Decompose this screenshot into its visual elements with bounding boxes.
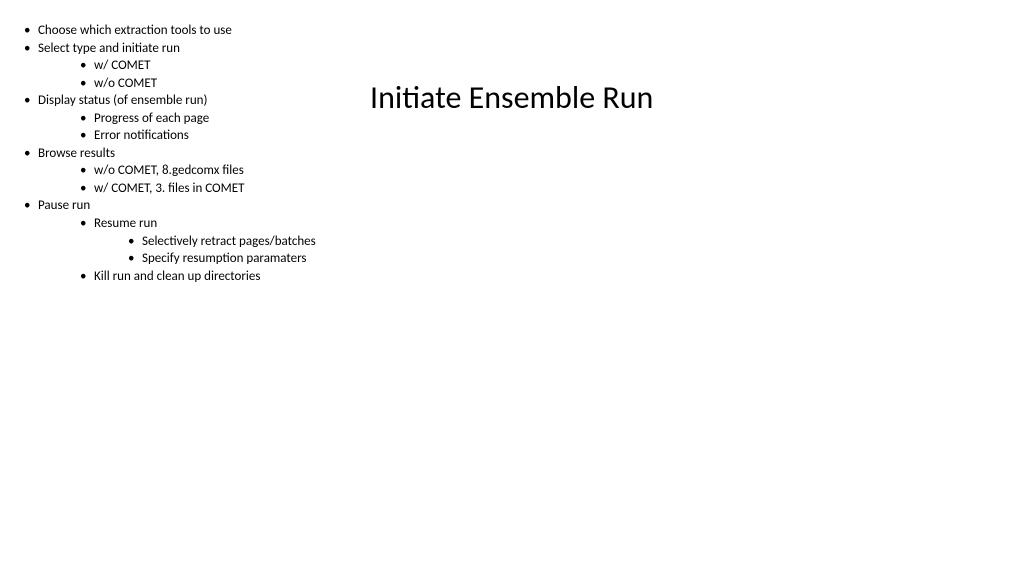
outline-item: w/ COMET: [76, 57, 316, 75]
outline-text: w/o COMET: [94, 76, 157, 91]
outline-text: w/o COMET, 8.gedcomx files: [94, 163, 244, 178]
outline-item: Select type and initiate run w/ COMET w/…: [20, 40, 316, 93]
outline-text: Specify resumption paramaters: [142, 251, 307, 266]
outline-item: Error notifications: [76, 127, 316, 145]
outline-text: Error notifications: [94, 128, 189, 143]
outline-item: Browse results w/o COMET, 8.gedcomx file…: [20, 145, 316, 198]
outline-text: Kill run and clean up directories: [94, 269, 260, 284]
outline-item: Selectively retract pages/batches: [124, 233, 316, 251]
outline-text: Choose which extraction tools to use: [38, 23, 232, 38]
outline-text: Progress of each page: [94, 111, 209, 126]
slide-title: Initiate Ensemble Run: [370, 78, 653, 117]
outline-item: w/ COMET, 3. files in COMET: [76, 180, 316, 198]
outline-item: Choose which extraction tools to use: [20, 22, 316, 40]
outline-panel: Choose which extraction tools to use Sel…: [20, 22, 316, 285]
outline-text: Browse results: [38, 146, 115, 161]
outline-item: Display status (of ensemble run) Progres…: [20, 92, 316, 145]
outline-item: Progress of each page: [76, 110, 316, 128]
outline-text: Display status (of ensemble run): [38, 93, 207, 108]
outline-item: w/o COMET: [76, 75, 316, 93]
outline-item: Specify resumption paramaters: [124, 250, 316, 268]
outline-text: w/ COMET: [94, 58, 150, 73]
outline-item: Resume run Selectively retract pages/bat…: [76, 215, 316, 268]
outline-item: Kill run and clean up directories: [76, 268, 316, 286]
outline-text: Resume run: [94, 216, 157, 231]
outline-text: w/ COMET, 3. files in COMET: [94, 181, 244, 196]
outline-text: Pause run: [38, 198, 90, 213]
outline-item: Pause run Resume run Selectively retract…: [20, 197, 316, 285]
outline-item: w/o COMET, 8.gedcomx files: [76, 162, 316, 180]
outline-text: Selectively retract pages/batches: [142, 234, 316, 249]
outline-text: Select type and initiate run: [38, 41, 180, 56]
